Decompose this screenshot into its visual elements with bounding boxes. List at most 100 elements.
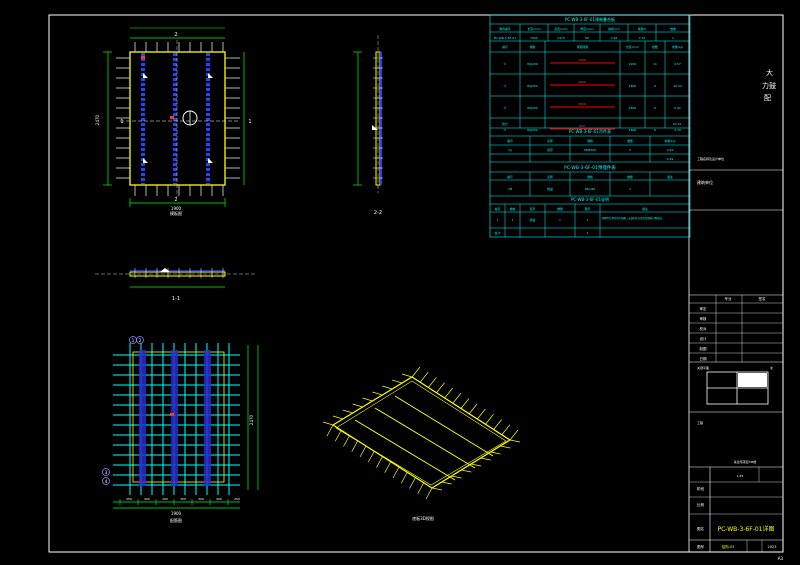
- section-mark-left: 1: [120, 119, 123, 125]
- table-cell: 2200: [629, 62, 637, 66]
- iso-truss: [374, 407, 476, 469]
- table-cell: HPB300: [584, 148, 596, 152]
- table-cell: 重量(kg): [664, 139, 675, 143]
- iso-slab-outline: [331, 376, 512, 489]
- company-line-3: 配: [764, 94, 771, 102]
- table-cell: 数量: [670, 27, 676, 31]
- section-2-2: 2-2: [353, 35, 383, 216]
- table-cell: 2470: [557, 36, 565, 40]
- section-1-1-label: 1-1: [172, 296, 180, 302]
- table-cell: 4: [629, 148, 631, 152]
- plan-view-label: 模板图: [170, 210, 182, 216]
- iso-view: 底板3D视图: [322, 366, 521, 521]
- table-cell: 编号: [502, 45, 508, 49]
- iso-stub: [501, 424, 511, 435]
- table-cell: 1: [587, 218, 589, 222]
- table-cell: 线盒: [547, 186, 553, 191]
- section-mark-right: 1: [248, 119, 251, 125]
- table-cell: 名称: [547, 175, 553, 179]
- iso-stub: [384, 461, 392, 473]
- company-line-1: 大: [766, 68, 773, 77]
- iso-stub: [392, 379, 403, 384]
- iso-stub: [444, 387, 453, 399]
- section-1-1: 1-1: [95, 268, 255, 302]
- iso-stub: [500, 445, 511, 449]
- table-cell: 根数: [652, 45, 658, 49]
- plan-dim-top: 2: [174, 32, 177, 38]
- table-cell: 1: [497, 218, 499, 222]
- key-plan-highlight: [738, 373, 767, 387]
- key-plan-label: 关键平面: [697, 365, 709, 370]
- table-cell: 厚度(mm): [580, 27, 593, 31]
- sign-row-label: 设计: [700, 336, 708, 341]
- table-cell: 60: [585, 36, 589, 40]
- iso-stub: [372, 391, 383, 396]
- iso-stub: [400, 472, 408, 484]
- iso-stub: [419, 372, 429, 383]
- iso-stub: [431, 487, 443, 491]
- rebar-total: 29.32: [673, 122, 682, 126]
- table-cell: 宽度(mm): [554, 27, 567, 31]
- table-cell: 8@200: [527, 128, 538, 132]
- table-cell: 11: [653, 62, 657, 66]
- truss-bar-rebar: [204, 350, 211, 486]
- iso-truss: [394, 395, 494, 457]
- rebar-dim-text: 300: [180, 497, 186, 501]
- table-cell: 0.29: [667, 148, 674, 152]
- lifting-point-mark: [208, 158, 213, 163]
- table-cell: 1900: [530, 36, 538, 40]
- table-cell: 体积(m³): [608, 27, 620, 31]
- rebar-dims: 250 300 300 300 300 300 250: [119, 497, 240, 505]
- stamp-text: 工程名称及设计单位: [697, 156, 724, 161]
- drawing-title: PC-WB-3-6F-01详图: [718, 525, 775, 533]
- embedded-table-title: PC-WB-3-6F-01预埋件表: [564, 164, 616, 171]
- rebar-dim-total: 1900: [171, 511, 182, 516]
- scale-value: 1:25: [737, 474, 744, 478]
- table-cell: 编号: [507, 175, 513, 179]
- table-cell: 0.70: [639, 36, 646, 40]
- table-cell: 8@200: [527, 106, 538, 110]
- table-cell: 1600: [629, 128, 637, 132]
- cad-drawing-sheet: 2 2 1900 2470 1 1 模板图 2-2 1-1 1 2 3 4 25…: [48, 14, 784, 561]
- svg-text:4: 4: [105, 479, 108, 484]
- truss-bar-rebar: [139, 350, 146, 486]
- table-cell: 6: [654, 128, 656, 132]
- lifting-point-mark: [143, 158, 148, 163]
- drawing-name-label: 图名: [697, 526, 704, 531]
- table-cell: 合计: [494, 230, 500, 235]
- table-cell: 编号: [507, 139, 513, 143]
- table-cell: 9: [654, 84, 656, 88]
- table-cell: 编号: [495, 207, 501, 211]
- table-cell: 型号: [530, 207, 536, 211]
- rebar-side-dim: 2470: [249, 414, 254, 425]
- iso-stub: [477, 408, 486, 420]
- table-cell: 3.79: [674, 128, 681, 132]
- table-cell: 5.92: [674, 106, 681, 110]
- rebar-dim-text: 300: [216, 497, 222, 501]
- table-cell: 6: [654, 106, 656, 110]
- notes-table-title: PC-WB-3-6F-01说明: [571, 196, 609, 202]
- rebar-shape-length: 2200: [578, 58, 586, 62]
- iso-stub: [451, 475, 462, 479]
- iso-stub: [493, 419, 502, 430]
- table-cell: 1: [559, 218, 561, 222]
- sign-row-label: 制图: [700, 346, 708, 351]
- table-cell: 备注: [667, 175, 673, 179]
- iso-stub: [470, 463, 482, 467]
- project-name: 某住宅项目3#楼: [734, 459, 756, 464]
- svg-text:1: 1: [132, 338, 135, 343]
- table-cell: 1: [629, 187, 631, 191]
- iso-stub: [436, 382, 445, 393]
- svg-text:2: 2: [139, 338, 142, 343]
- table-cell: 2500: [629, 106, 637, 110]
- component-table-title: PC-WB-3-6F-01预制叠合板: [565, 16, 615, 22]
- iso-stub: [343, 435, 350, 447]
- data-tables: PC-WB-3-6F-01预制叠合板 PC-WB-3-6F-01吊件表 PC-W…: [489, 14, 691, 238]
- iso-stub: [326, 424, 334, 437]
- table-cell: 10.04: [673, 84, 682, 88]
- sign-row-label: 审核: [700, 316, 708, 321]
- table-cell: PC-WB-3-6F-01: [494, 36, 517, 40]
- iso-stub: [485, 414, 494, 425]
- table-cell: 图号: [585, 207, 591, 211]
- iso-stub: [352, 403, 363, 408]
